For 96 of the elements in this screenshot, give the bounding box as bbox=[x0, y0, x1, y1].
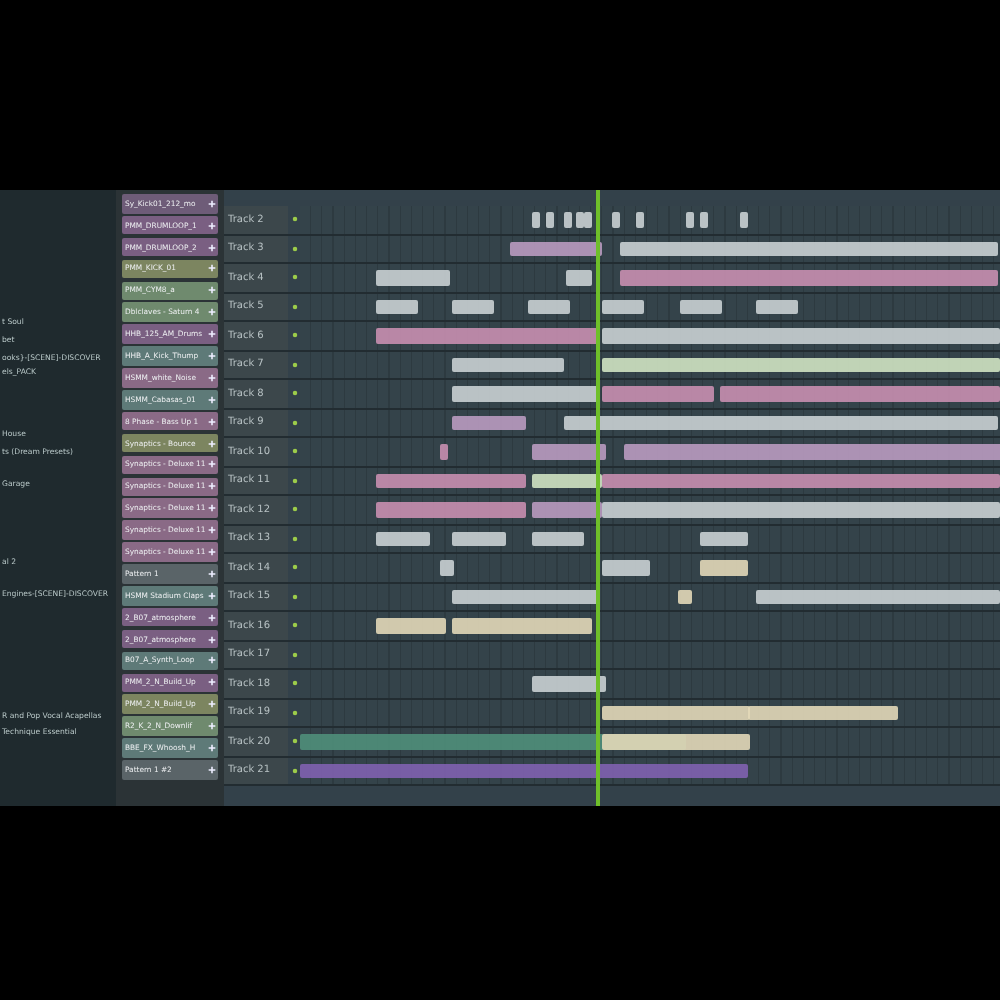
pattern-clip[interactable] bbox=[601, 705, 751, 720]
plus-icon bbox=[208, 373, 216, 382]
pattern-clip[interactable] bbox=[451, 415, 527, 430]
plus-icon bbox=[208, 243, 216, 252]
track-indicator-icon bbox=[291, 361, 297, 368]
pattern-clip[interactable] bbox=[619, 241, 998, 256]
pattern-clip[interactable] bbox=[566, 270, 592, 285]
track-indicator-icon bbox=[291, 680, 297, 687]
pattern-clip[interactable] bbox=[601, 473, 1000, 488]
plus-icon bbox=[208, 700, 216, 709]
track-indicator-icon bbox=[291, 738, 297, 745]
pattern-clip[interactable] bbox=[451, 357, 564, 372]
track-indicator-icon bbox=[291, 535, 297, 542]
pattern-clip[interactable] bbox=[376, 270, 451, 285]
pattern-clip[interactable] bbox=[755, 299, 798, 314]
track-indicator-icon bbox=[291, 419, 297, 426]
pattern-clip[interactable] bbox=[510, 241, 601, 256]
track-indicator-icon bbox=[291, 622, 297, 629]
plus-icon bbox=[208, 395, 216, 404]
track-indicator-icon bbox=[291, 216, 297, 223]
pattern-clip[interactable] bbox=[699, 560, 749, 575]
plus-icon bbox=[208, 613, 216, 622]
pattern-clip[interactable] bbox=[678, 589, 692, 604]
plus-icon bbox=[208, 504, 216, 513]
track-indicator-icon bbox=[291, 767, 297, 774]
pattern-clip[interactable] bbox=[376, 618, 447, 633]
plus-icon bbox=[208, 330, 216, 339]
plus-icon bbox=[208, 548, 216, 556]
plus-icon bbox=[208, 744, 216, 753]
pattern-clip[interactable] bbox=[601, 502, 1000, 517]
pattern-clip[interactable] bbox=[680, 299, 723, 314]
pattern-clip[interactable] bbox=[440, 444, 449, 459]
pattern-clip[interactable] bbox=[755, 589, 1000, 604]
pattern-clip[interactable] bbox=[451, 386, 599, 401]
pattern-clip[interactable] bbox=[563, 415, 998, 430]
pattern-clip[interactable] bbox=[451, 589, 599, 604]
pattern-clip[interactable] bbox=[601, 734, 751, 749]
pattern-clip[interactable] bbox=[451, 299, 494, 314]
plus-icon bbox=[208, 765, 216, 774]
pattern-clip[interactable] bbox=[376, 531, 431, 546]
pattern-clip[interactable] bbox=[748, 705, 898, 720]
track-indicator-icon bbox=[291, 593, 297, 600]
track-indicator-icon bbox=[291, 651, 297, 658]
track-indicator-icon bbox=[291, 245, 297, 252]
track-indicator-icon bbox=[291, 274, 297, 281]
track-indicator-icon bbox=[291, 506, 297, 513]
plus-icon bbox=[208, 286, 216, 295]
pattern-clip[interactable] bbox=[531, 502, 601, 517]
pattern-clip[interactable] bbox=[376, 502, 527, 517]
track-indicator-icon bbox=[291, 332, 297, 339]
pattern-clip[interactable] bbox=[300, 763, 748, 778]
plus-icon bbox=[208, 460, 216, 469]
pattern-clip[interactable] bbox=[739, 212, 748, 227]
pattern-clip[interactable] bbox=[451, 618, 592, 633]
pattern-clip[interactable] bbox=[699, 531, 749, 546]
pattern-clip[interactable] bbox=[531, 676, 606, 691]
track-indicator-icon bbox=[291, 303, 297, 310]
pattern-clip[interactable] bbox=[624, 444, 1000, 459]
track-indicator-icon bbox=[291, 390, 297, 397]
pattern-clip[interactable] bbox=[531, 444, 606, 459]
pattern-clip[interactable] bbox=[611, 212, 620, 227]
pattern-clip[interactable] bbox=[528, 299, 571, 314]
pattern-clip[interactable] bbox=[376, 473, 527, 488]
plus-icon bbox=[208, 199, 216, 208]
pattern-clip[interactable] bbox=[601, 328, 1000, 343]
plus-icon bbox=[208, 439, 216, 448]
track-indicator-icon bbox=[291, 564, 297, 571]
plus-icon bbox=[208, 722, 216, 731]
pattern-clip[interactable] bbox=[601, 386, 713, 401]
pattern-clip[interactable] bbox=[720, 386, 1000, 401]
pattern-clip[interactable] bbox=[376, 328, 601, 343]
plus-icon bbox=[208, 482, 216, 491]
plus-icon bbox=[208, 351, 216, 360]
plus-icon bbox=[208, 656, 216, 665]
pattern-clip[interactable] bbox=[531, 531, 585, 546]
plus-icon bbox=[208, 221, 216, 230]
pattern-clip[interactable] bbox=[601, 357, 1000, 372]
pattern-clip[interactable] bbox=[440, 560, 454, 575]
plus-icon bbox=[208, 591, 216, 600]
plus-icon bbox=[208, 635, 216, 644]
plus-icon bbox=[208, 417, 216, 426]
plus-icon bbox=[208, 264, 216, 273]
pattern-clip[interactable] bbox=[601, 560, 650, 575]
plus-icon bbox=[208, 678, 216, 687]
pattern-clip[interactable] bbox=[451, 531, 506, 546]
pattern-clip[interactable] bbox=[636, 212, 645, 227]
plus-icon bbox=[208, 308, 216, 317]
track-indicator-icon bbox=[291, 477, 297, 484]
track-indicator-icon bbox=[291, 709, 297, 716]
plus-icon bbox=[208, 569, 216, 578]
plus-icon bbox=[208, 526, 216, 535]
pattern-clip[interactable] bbox=[376, 299, 419, 314]
pattern-clip[interactable] bbox=[601, 299, 643, 314]
pattern-clip[interactable] bbox=[619, 270, 998, 285]
track-indicator-icon bbox=[291, 448, 297, 455]
pattern-clip[interactable] bbox=[531, 473, 601, 488]
